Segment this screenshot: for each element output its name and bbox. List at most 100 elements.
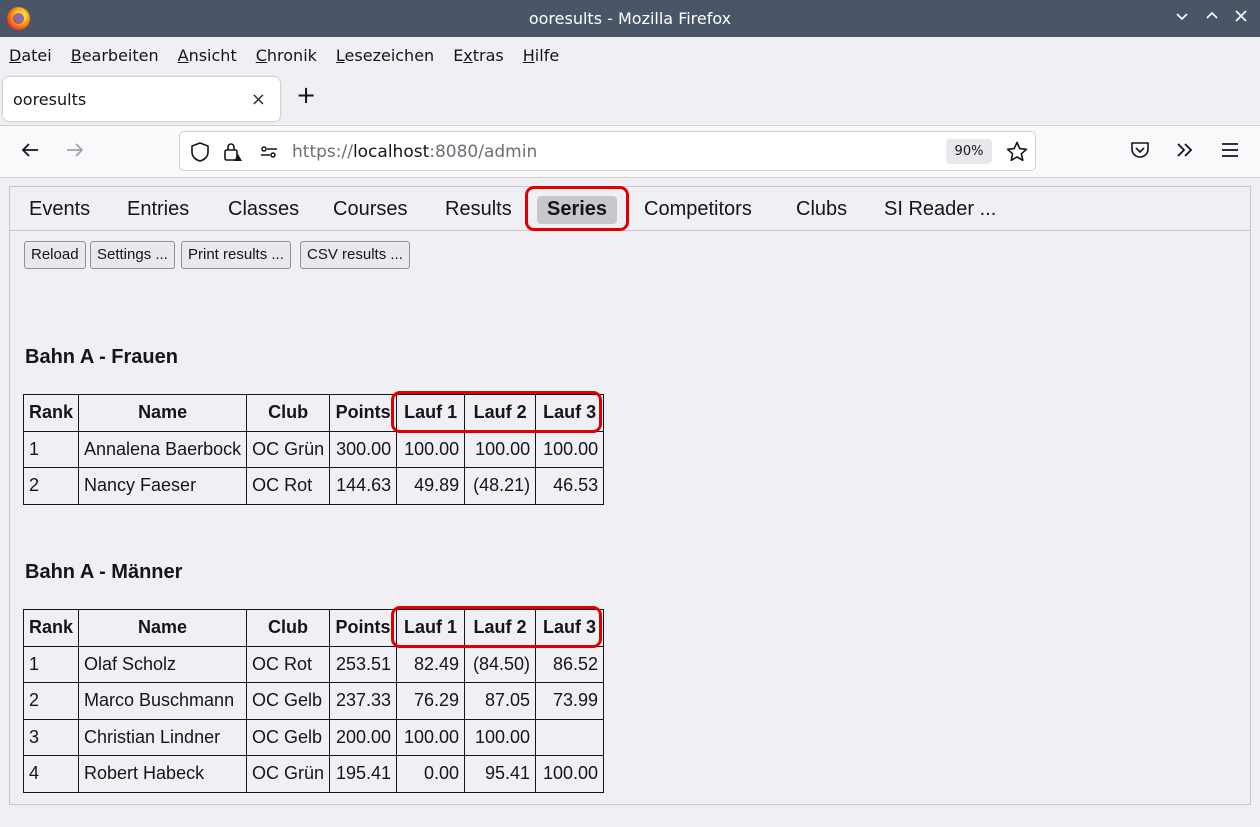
minimize-icon[interactable] [1172,8,1192,28]
print-results-button[interactable]: Print results ... [181,241,291,269]
menu-chronik[interactable]: Chronik [256,46,317,65]
col-lauf-2: Lauf 2 [464,609,537,647]
overflow-chevron-icon[interactable] [1174,139,1198,163]
navigation-bar: https://localhost:8080/admin 90% [0,126,1260,178]
maximize-icon[interactable] [1202,8,1222,28]
cell-points: 200.00 [329,718,398,756]
menu-bearbeiten[interactable]: Bearbeiten [71,46,159,65]
col-lauf-1: Lauf 1 [396,609,466,647]
back-icon[interactable] [19,139,43,163]
bookmark-star-icon[interactable] [1005,140,1029,164]
csv-results-button[interactable]: CSV results ... [300,241,410,269]
cell-club: OC Rot [246,645,331,683]
cell-lauf-1: 82.49 [396,645,466,683]
tab-series[interactable]: Series [537,196,618,224]
cell-name: Robert Habeck [78,755,248,793]
menu-bar: Datei Bearbeiten Ansicht Chronik Lesezei… [0,37,1260,73]
zoom-indicator[interactable]: 90% [946,139,992,164]
results-table-maenner: Rank Name Club Points Lauf 1 Lauf 2 Lauf… [22,609,605,793]
col-points: Points [329,394,398,432]
window-titlebar: ooresults - Mozilla Firefox [0,0,1260,37]
cell-lauf-1: 100.00 [396,718,466,756]
tab-results[interactable]: Results [435,196,522,224]
cell-rank: 4 [22,755,80,793]
url-bar[interactable]: https://localhost:8080/admin 90% [179,131,1036,171]
url-text[interactable]: https://localhost:8080/admin [292,142,537,162]
menu-ansicht[interactable]: Ansicht [178,46,237,65]
tab-events[interactable]: Events [19,196,100,224]
browser-tab-label: ooresults [13,90,87,109]
tab-classes[interactable]: Classes [218,196,309,224]
cell-lauf-2: 87.05 [464,682,537,720]
results-table-frauen: Rank Name Club Points Lauf 1 Lauf 2 Lauf… [22,394,605,505]
cell-rank: 1 [22,430,80,468]
section-title-frauen: Bahn A - Frauen [25,346,178,368]
forward-icon[interactable] [64,139,88,163]
cell-club: OC Gelb [246,718,331,756]
cell-lauf-3: 100.00 [535,755,605,793]
menu-lesezeichen[interactable]: Lesezeichen [336,46,434,65]
cell-points: 237.33 [329,682,398,720]
cell-lauf-1: 100.00 [396,430,466,468]
cell-lauf-1: 0.00 [396,755,466,793]
cell-club: OC Grün [246,430,331,468]
table-row: 2 Marco Buschmann OC Gelb 237.33 76.29 8… [22,682,605,720]
window-title: ooresults - Mozilla Firefox [528,9,732,28]
cell-club: OC Grün [246,755,331,793]
table-header-row: Rank Name Club Points Lauf 1 Lauf 2 Lauf… [22,394,605,432]
cell-lauf-3: 46.53 [535,467,605,505]
cell-name: Annalena Baerbock [78,430,248,468]
browser-tab[interactable]: ooresults × [3,77,280,121]
new-tab-icon[interactable]: + [294,83,318,107]
table-row: 3 Christian Lindner OC Gelb 200.00 100.0… [22,718,605,756]
cell-rank: 2 [22,467,80,505]
cell-rank: 3 [22,718,80,756]
cell-name: Olaf Scholz [78,645,248,683]
col-name: Name [78,609,248,647]
tab-courses[interactable]: Courses [323,196,417,224]
menu-extras[interactable]: Extras [453,46,504,65]
table-row: 1 Annalena Baerbock OC Grün 300.00 100.0… [22,430,605,468]
cell-lauf-2: 95.41 [464,755,537,793]
cell-lauf-2: 100.00 [464,430,537,468]
tab-strip: ooresults × + [0,73,1260,126]
cell-lauf-3: 73.99 [535,682,605,720]
close-tab-icon[interactable]: × [251,89,266,110]
cell-points: 300.00 [329,430,398,468]
table-row: 1 Olaf Scholz OC Rot 253.51 82.49 (84.50… [22,645,605,683]
tab-entries[interactable]: Entries [117,196,199,224]
col-club: Club [246,394,331,432]
reload-button[interactable]: Reload [24,241,86,269]
cell-lauf-1: 76.29 [396,682,466,720]
page-content: Events Entries Classes Courses Results S… [9,186,1251,805]
hamburger-menu-icon[interactable] [1219,139,1243,163]
cell-lauf-3: 100.00 [535,430,605,468]
cell-club: OC Gelb [246,682,331,720]
table-header-row: Rank Name Club Points Lauf 1 Lauf 2 Lauf… [22,609,605,647]
menu-hilfe[interactable]: Hilfe [523,46,559,65]
tab-competitors[interactable]: Competitors [634,196,762,224]
settings-button[interactable]: Settings ... [90,241,175,269]
cell-club: OC Rot [246,467,331,505]
cell-rank: 2 [22,682,80,720]
col-lauf-3: Lauf 3 [535,394,605,432]
tab-clubs[interactable]: Clubs [786,196,857,224]
cell-points: 195.41 [329,755,398,793]
table-row: 2 Nancy Faeser OC Rot 144.63 49.89 (48.2… [22,467,605,505]
permissions-icon[interactable] [258,141,280,163]
col-name: Name [78,394,248,432]
menu-datei[interactable]: Datei [9,46,52,65]
cell-points: 144.63 [329,467,398,505]
tab-si-reader[interactable]: SI Reader ... [874,196,1006,224]
cell-name: Christian Lindner [78,718,248,756]
col-rank: Rank [22,609,80,647]
pocket-icon[interactable] [1129,139,1153,163]
cell-name: Marco Buschmann [78,682,248,720]
cell-lauf-3 [535,718,605,756]
close-window-icon[interactable] [1231,8,1251,28]
shield-icon[interactable] [189,141,211,163]
cell-lauf-1: 49.89 [396,467,466,505]
lock-warning-icon[interactable] [222,141,244,163]
cell-lauf-3: 86.52 [535,645,605,683]
section-title-maenner: Bahn A - Männer [25,561,183,583]
